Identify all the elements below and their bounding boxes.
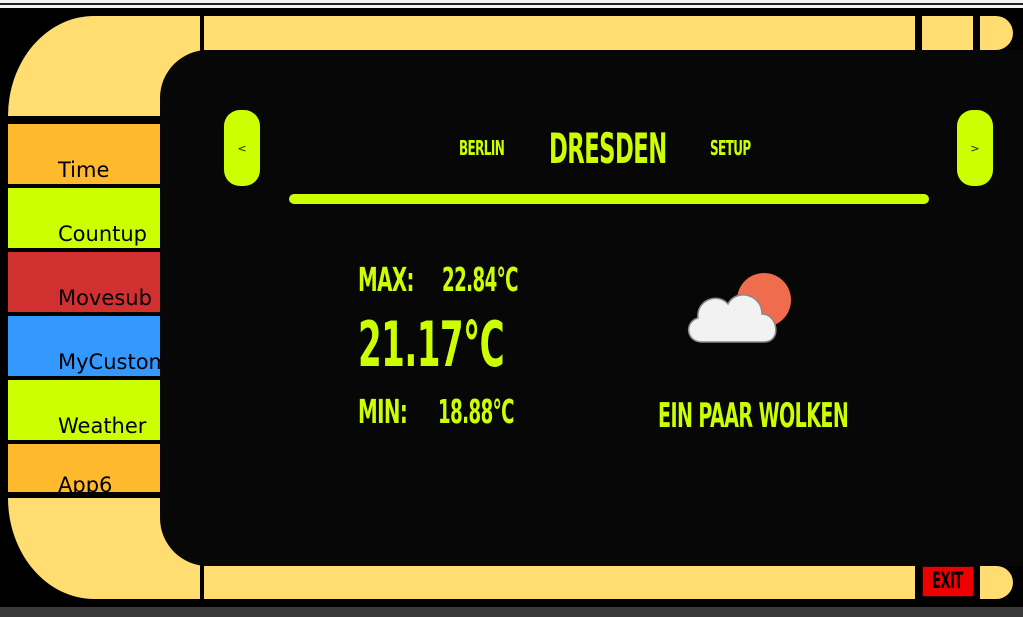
max-row: MAX: xyxy=(358,260,451,299)
max-value: 22.84°C xyxy=(442,260,519,299)
sidebar-item-label: Weather xyxy=(58,414,147,438)
current-temp-wrap: 21.17°C xyxy=(358,308,624,381)
frame-bottom-bar xyxy=(204,566,915,599)
sidebar-item-label: MyCustom xyxy=(58,350,160,374)
max-value-wrap: 22.84°C xyxy=(442,260,580,299)
sidebar-item-label: App6 xyxy=(58,473,113,492)
tab-berlin[interactable]: BERLIN xyxy=(459,136,534,160)
sidebar-item-countup[interactable]: Countup xyxy=(8,188,160,248)
exit-button[interactable]: EXIT xyxy=(922,566,974,597)
exit-label: EXIT xyxy=(932,569,963,594)
prev-label: < xyxy=(237,141,247,155)
sidebar-item-mycustom[interactable]: MyCustom xyxy=(8,316,160,376)
next-button[interactable]: > xyxy=(957,110,993,186)
current-temp: 21.17°C xyxy=(358,308,505,381)
sidebar-item-label: Movesub xyxy=(58,286,152,310)
min-value-wrap: 18.88°C xyxy=(438,392,576,431)
prev-button[interactable]: < xyxy=(224,110,260,186)
frame-top-segment xyxy=(922,16,973,50)
frame-bottom-endcap xyxy=(980,566,1013,599)
min-value: 18.88°C xyxy=(438,392,515,431)
sidebar-item-time[interactable]: Time xyxy=(8,124,160,184)
sidebar-item-label: Time xyxy=(58,158,110,182)
frame-top-endcap xyxy=(980,16,1013,50)
window-bottom-strip xyxy=(0,607,1023,617)
sidebar-item-weather[interactable]: Weather xyxy=(8,380,160,440)
sidebar-item-label: Countup xyxy=(58,222,148,246)
condition-wrap: EIN PAAR WOLKEN xyxy=(658,396,998,436)
min-row: MIN: xyxy=(358,392,440,431)
next-label: > xyxy=(970,141,980,155)
tab-label: BERLIN xyxy=(459,136,505,160)
tab-label: SETUP xyxy=(710,136,751,160)
partly-cloudy-icon xyxy=(682,270,794,350)
sidebar-item-app6[interactable]: App6 xyxy=(8,444,160,492)
window-title-divider xyxy=(0,3,1023,5)
frame-top-bar xyxy=(204,16,915,50)
header-divider xyxy=(289,194,929,204)
condition-text: EIN PAAR WOLKEN xyxy=(658,396,849,436)
max-label: MAX: xyxy=(358,260,414,299)
min-label: MIN: xyxy=(358,392,408,431)
sidebar-item-movesub[interactable]: Movesub xyxy=(8,252,160,312)
tab-setup[interactable]: SETUP xyxy=(710,136,778,160)
tab-label-active: DRESDEN xyxy=(549,124,667,173)
